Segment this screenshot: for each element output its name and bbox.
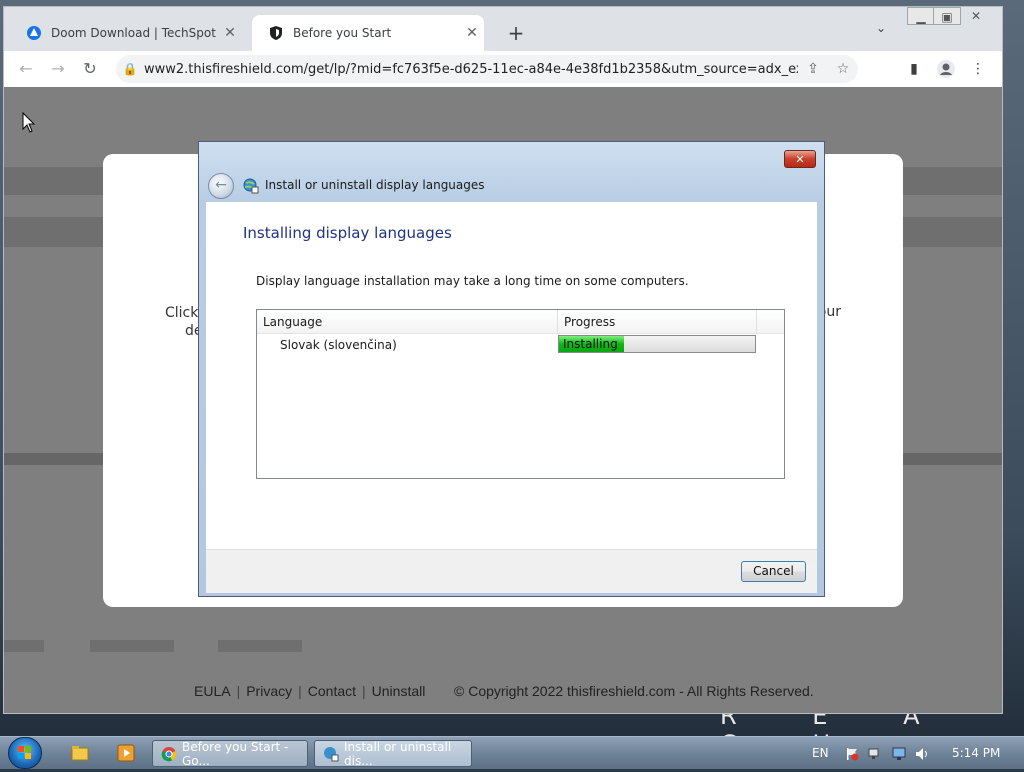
volume-speaker-icon[interactable] (915, 746, 929, 760)
taskbar-item-label: Install or uninstall dis... (344, 739, 452, 768)
tab-techspot[interactable]: Doom Download | TechSpot ✕ (10, 15, 242, 51)
progress-status: Installing (563, 337, 618, 351)
taskbar-item-dialog[interactable]: Install or uninstall dis... (314, 739, 472, 768)
language-indicator[interactable]: EN (812, 737, 829, 769)
clock-time[interactable]: 5:14 PM (952, 737, 1000, 769)
network-icon[interactable] (868, 746, 882, 760)
install-languages-dialog: ✕ ← Install or uninstall display languag… (198, 141, 825, 597)
column-header-progress[interactable]: Progress (558, 310, 757, 333)
close-tab-icon[interactable]: ✕ (460, 25, 484, 41)
back-arrow-icon[interactable]: ← (14, 57, 38, 81)
minimize-icon[interactable]: ▁ (907, 7, 935, 25)
back-arrow-icon[interactable]: ← (208, 173, 234, 199)
uninstall-link[interactable]: Uninstall (372, 683, 426, 699)
dialog-heading: Installing display languages (243, 224, 452, 242)
dialog-title: Install or uninstall display languages (265, 178, 485, 192)
language-list-view[interactable]: Language Progress Slovak (slovenčina) In… (256, 309, 785, 479)
contact-link[interactable]: Contact (308, 683, 356, 699)
dialog-close-button[interactable]: ✕ (784, 150, 816, 168)
close-tab-icon[interactable]: ✕ (218, 25, 242, 41)
taskbar-item-browser[interactable]: Before you Start - Go... (152, 739, 308, 768)
dialog-footer: Cancel (206, 549, 817, 593)
copyright-text: © Copyright 2022 thisfireshield.com - Al… (454, 683, 814, 699)
language-icon (323, 746, 339, 762)
dialog-body: Installing display languages Display lan… (206, 202, 817, 549)
shield-favicon-icon (268, 25, 284, 41)
page-overlay-bar (4, 640, 44, 652)
tab-strip: Doom Download | TechSpot ✕ Before you St… (4, 7, 1002, 51)
dialog-info-text: Display language installation may take a… (256, 274, 689, 288)
reload-icon[interactable]: ↻ (78, 57, 102, 81)
install-progress-bar: Installing (558, 335, 756, 353)
cancel-button[interactable]: Cancel (741, 561, 806, 582)
url-text[interactable]: www2.thisfireshield.com/get/lp/?mid=fc76… (144, 62, 798, 77)
action-center-flag-icon[interactable] (845, 746, 859, 761)
eula-link[interactable]: EULA (194, 683, 231, 699)
tab-before-you-start[interactable]: Before you Start ✕ (252, 15, 484, 51)
page-overlay-bar (90, 640, 174, 652)
window-close-icon[interactable]: ✕ (962, 7, 990, 25)
side-panel-icon[interactable]: ▮ (902, 57, 926, 81)
mouse-cursor-icon (22, 112, 36, 133)
address-bar[interactable]: 🔒 www2.thisfireshield.com/get/lp/?mid=fc… (116, 55, 858, 83)
tab-title: Doom Download | TechSpot (51, 26, 216, 40)
display-icon[interactable] (892, 746, 906, 760)
browser-toolbar: ← → ↻ 🔒 www2.thisfireshield.com/get/lp/?… (4, 51, 1002, 87)
maximize-icon[interactable]: ▣ (933, 7, 961, 25)
taskbar-item-label: Before you Start - Go... (182, 739, 289, 768)
bookmark-star-icon[interactable]: ☆ (828, 61, 858, 77)
share-icon[interactable]: ⇪ (798, 61, 828, 77)
tab-search-chevron-icon[interactable]: ⌄ (876, 21, 886, 35)
techspot-favicon-icon (26, 25, 42, 41)
list-header: Language Progress (257, 310, 784, 334)
media-player-icon[interactable] (116, 743, 136, 763)
tab-title: Before you Start (293, 26, 392, 40)
new-tab-plus-icon[interactable]: + (504, 21, 528, 45)
menu-kebab-icon[interactable]: ⋮ (966, 57, 990, 81)
file-explorer-icon[interactable] (70, 743, 90, 763)
taskbar: Before you Start - Go... Install or unin… (0, 736, 1024, 769)
privacy-link[interactable]: Privacy (246, 683, 292, 699)
start-button-icon[interactable] (8, 737, 42, 769)
page-overlay-bar (218, 640, 302, 652)
language-globe-icon (243, 178, 259, 194)
forward-arrow-icon[interactable]: → (46, 57, 70, 81)
column-header-language[interactable]: Language (257, 310, 558, 333)
language-cell: Slovak (slovenčina) (280, 338, 397, 352)
lock-icon[interactable]: 🔒 (116, 62, 144, 76)
profile-avatar-icon[interactable] (934, 57, 958, 81)
chrome-icon (161, 746, 177, 762)
modal-text: Click de (165, 305, 203, 339)
